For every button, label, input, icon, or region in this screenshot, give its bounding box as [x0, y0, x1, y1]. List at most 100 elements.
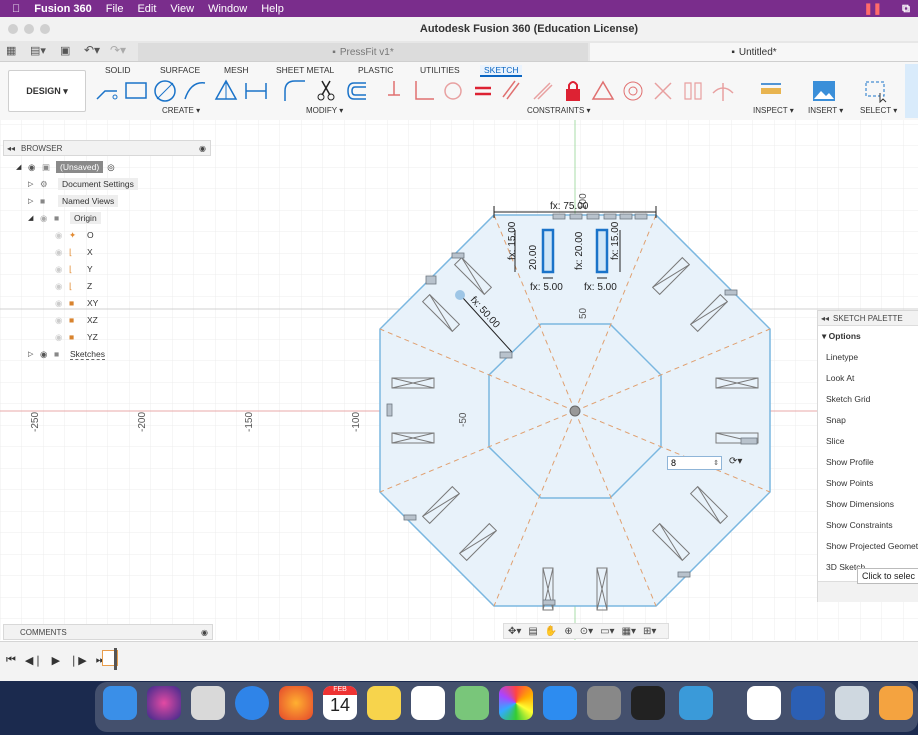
measure-icon[interactable]	[759, 79, 783, 103]
palette-look-at[interactable]: Look At	[826, 373, 854, 383]
preview-icon[interactable]	[835, 686, 869, 720]
display-settings-icon[interactable]: ▭▾	[600, 626, 614, 637]
constraints-group-label[interactable]: CONSTRAINTS ▾	[527, 106, 591, 115]
arc-tool-icon[interactable]	[183, 79, 207, 103]
redo-icon[interactable]: ↷▾	[110, 43, 126, 57]
browser-item-origin-point[interactable]: ◉ ✦ O	[55, 228, 94, 242]
browser-item-xy-plane[interactable]: ◉ ■ XY	[55, 296, 98, 310]
finder-icon[interactable]	[103, 686, 137, 720]
palette-snap[interactable]: Snap	[826, 415, 846, 425]
tab-plastic[interactable]: PLASTIC	[358, 65, 393, 75]
file-menu-icon[interactable]: ▤▾	[30, 44, 46, 57]
pan-icon[interactable]: ✋	[545, 626, 557, 637]
collapse-icon[interactable]: ◂◂	[821, 314, 829, 323]
curvature-icon[interactable]	[711, 79, 735, 103]
count-input[interactable]: 8 ⇕	[667, 456, 722, 470]
active-radio-icon[interactable]: ◎	[107, 162, 114, 173]
browser-item-x-axis[interactable]: ◉ ⌊ X	[55, 245, 93, 259]
menu-window[interactable]: Window	[208, 3, 247, 15]
notes-icon[interactable]	[367, 686, 401, 720]
fusion360-dock-icon[interactable]	[679, 686, 713, 720]
browser-header[interactable]: ◂◂ BROWSER ◉	[3, 140, 211, 156]
viewports-icon[interactable]: ⊞▾	[643, 626, 656, 637]
go-to-start-icon[interactable]: ⏮	[6, 654, 16, 667]
fillet-tool-icon[interactable]	[283, 79, 307, 103]
rectangle-tool-icon[interactable]	[124, 79, 148, 103]
browser-item-z-axis[interactable]: ◉ ⌊ Z	[55, 279, 92, 293]
palette-show-constraints[interactable]: Show Constraints	[826, 520, 893, 530]
fusion360-alt-icon[interactable]	[879, 686, 913, 720]
horizontal-vertical-icon[interactable]	[530, 79, 554, 103]
system-preferences-icon[interactable]	[587, 686, 621, 720]
tab-mesh[interactable]: MESH	[224, 65, 249, 75]
apple-icon[interactable]: 	[12, 3, 20, 15]
dim-w1[interactable]: fx: 5.00	[530, 282, 563, 293]
browser-item-root[interactable]: ◢ ◉ ▣ (Unsaved) ◎	[16, 160, 115, 174]
reminders-icon[interactable]	[411, 686, 445, 720]
safari-icon[interactable]	[235, 686, 269, 720]
modify-group-label[interactable]: MODIFY ▾	[306, 106, 343, 115]
fit-icon[interactable]: ⊙▾	[580, 626, 593, 637]
maps-icon[interactable]	[455, 686, 489, 720]
circle-tool-icon[interactable]	[153, 79, 177, 103]
menu-file[interactable]: File	[106, 3, 124, 15]
select-group-label[interactable]: SELECT ▾	[860, 106, 897, 115]
insert-group-label[interactable]: INSERT ▾	[808, 106, 843, 115]
photos-icon[interactable]	[499, 686, 533, 720]
dim-h1[interactable]: fx: 15.00	[507, 221, 518, 260]
create-group-label[interactable]: CREATE ▾	[162, 106, 200, 115]
zoom-icon[interactable]: ⊕	[564, 626, 572, 637]
eye-icon[interactable]: ◉	[40, 213, 54, 224]
browser-item-origin[interactable]: ◢ ◉ ■ Origin	[28, 211, 101, 225]
palette-show-projected-geometries[interactable]: Show Projected Geometries	[826, 541, 918, 551]
dim-top[interactable]: fx: 75.00	[550, 201, 589, 212]
tab-sketch[interactable]: SKETCH	[480, 65, 523, 77]
look-at-icon[interactable]: ▤	[528, 626, 537, 637]
launchpad-icon[interactable]	[191, 686, 225, 720]
firefox-icon[interactable]	[279, 686, 313, 720]
step-forward-icon[interactable]: ❘▶	[69, 654, 87, 667]
collinear-icon[interactable]	[651, 79, 675, 103]
offset-tool-icon[interactable]	[344, 79, 368, 103]
app-store-icon[interactable]	[543, 686, 577, 720]
rotate-icon[interactable]: ⟳▾	[729, 456, 742, 467]
sketch-canvas[interactable]: -250 -200 -150 -100 -50 100 50 fx: 75.00…	[0, 120, 918, 640]
tab-solid[interactable]: SOLID	[105, 65, 131, 75]
parallel-icon[interactable]	[501, 79, 525, 103]
midpoint-icon[interactable]	[591, 79, 615, 103]
browser-item-xz-plane[interactable]: ◉ ■ XZ	[55, 313, 98, 327]
tab-pressfit[interactable]: ▪ PressFit v1*	[138, 43, 588, 61]
dim-h2[interactable]: 20.00	[528, 245, 539, 270]
step-back-icon[interactable]: ◀❘	[25, 654, 43, 667]
slack-icon[interactable]	[747, 686, 781, 720]
word-icon[interactable]	[791, 686, 825, 720]
coincident-icon[interactable]	[382, 79, 406, 103]
finish-sketch-button[interactable]	[905, 64, 918, 118]
tab-untitled[interactable]: ▪ Untitled*	[590, 43, 918, 61]
terminal-icon[interactable]	[631, 686, 665, 720]
menu-edit[interactable]: Edit	[137, 3, 156, 15]
inspect-group-label[interactable]: INSPECT ▾	[753, 106, 794, 115]
orbit-icon[interactable]: ✥▾	[508, 626, 521, 637]
tab-surface[interactable]: SURFACE	[160, 65, 200, 75]
palette-sketch-grid[interactable]: Sketch Grid	[826, 394, 870, 404]
insert-image-icon[interactable]	[812, 79, 836, 103]
siri-icon[interactable]	[147, 686, 181, 720]
comments-panel[interactable]: COMMENTS ◉	[3, 624, 213, 640]
undo-icon[interactable]: ↶▾	[84, 43, 100, 57]
line-tool-icon[interactable]	[95, 79, 119, 103]
eye-icon[interactable]: ◉	[28, 162, 42, 173]
polygon-tool-icon[interactable]	[214, 79, 238, 103]
mirror-tool-icon[interactable]	[244, 79, 268, 103]
browser-item-yz-plane[interactable]: ◉ ■ YZ	[55, 330, 98, 344]
palette-linetype[interactable]: Linetype	[826, 352, 858, 362]
select-tool-icon[interactable]	[864, 79, 888, 103]
stepper-icon[interactable]: ⇕	[713, 459, 719, 467]
data-panel-icon[interactable]: ▦	[6, 44, 16, 57]
palette-slice[interactable]: Slice	[826, 436, 844, 446]
palette-options-section[interactable]: ▾ Options	[822, 331, 861, 342]
sketch-drawing[interactable]: -250 -200 -150 -100 -50 100 50 fx: 75.00…	[0, 120, 918, 640]
menu-help[interactable]: Help	[261, 3, 284, 15]
palette-show-profile[interactable]: Show Profile	[826, 457, 874, 467]
eye-icon[interactable]: ◉	[40, 349, 54, 360]
